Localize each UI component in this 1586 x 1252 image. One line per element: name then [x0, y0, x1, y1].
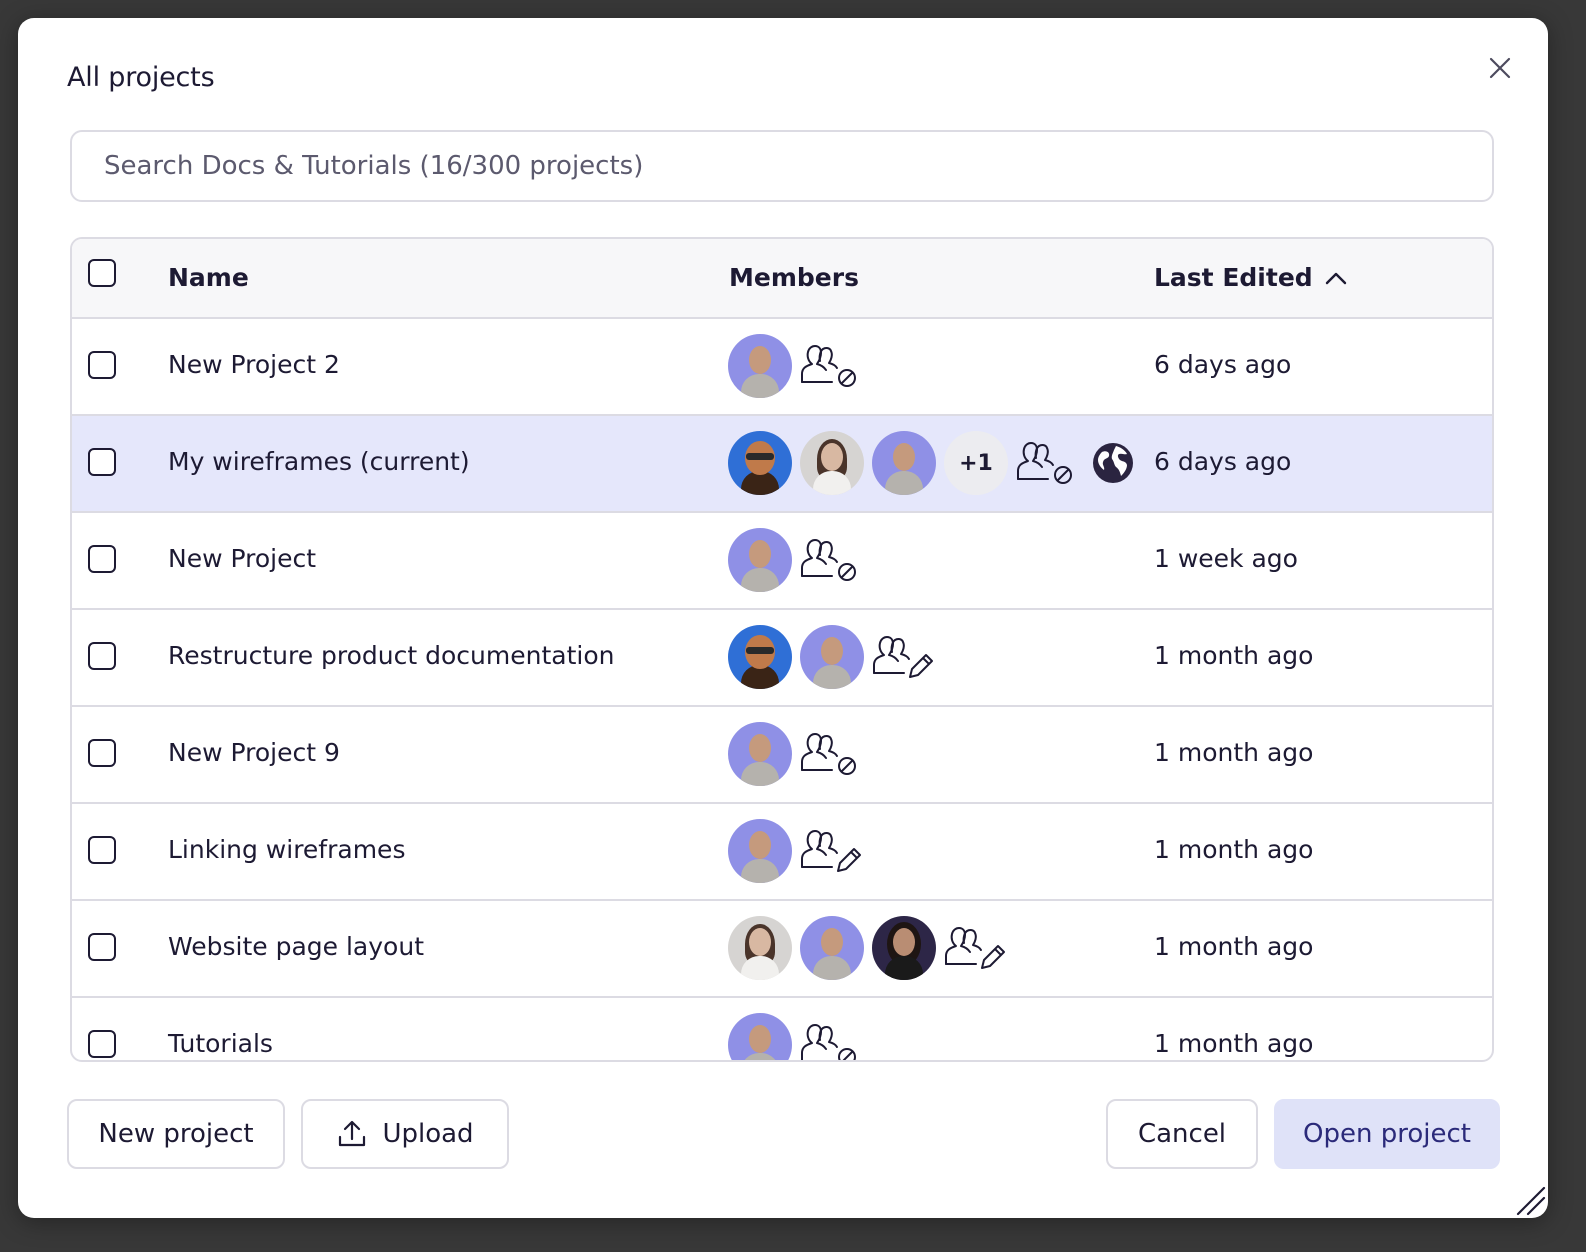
member-avatar: [728, 819, 792, 883]
chevron-up-icon: [1325, 272, 1346, 284]
project-name: New Project 2: [168, 350, 340, 379]
project-name: My wireframes (current): [168, 447, 470, 476]
search-input[interactable]: [70, 130, 1494, 202]
last-edited-value: 1 month ago: [1154, 932, 1314, 961]
last-edited-value: 1 month ago: [1154, 835, 1314, 864]
project-name: Website page layout: [168, 932, 424, 961]
group-can-edit-icon: [873, 636, 933, 678]
table-header: Name Members Last Edited: [72, 239, 1492, 319]
upload-button-label: Upload: [382, 1119, 474, 1149]
project-name: Tutorials: [168, 1029, 273, 1058]
dialog-title: All projects: [67, 62, 215, 93]
members-cell: [728, 819, 862, 883]
members-cell: [728, 916, 1006, 980]
column-header-last-edited-label: Last Edited: [1154, 263, 1313, 292]
group-no-access-icon: [801, 1024, 856, 1060]
group-can-edit-icon: [801, 830, 861, 872]
last-edited-value: 1 month ago: [1154, 1029, 1314, 1058]
group-no-access-icon: [801, 345, 856, 387]
row-checkbox[interactable]: [88, 545, 116, 573]
member-avatar: [872, 431, 936, 495]
open-project-button-label: Open project: [1303, 1119, 1471, 1149]
members-cell: [728, 722, 862, 786]
upload-icon: [339, 1120, 366, 1147]
members-cell: +1: [728, 431, 1134, 495]
projects-table: Name Members Last Edited New Project 2 6 …: [70, 237, 1494, 1062]
project-name: Restructure product documentation: [168, 641, 615, 670]
member-avatar: [728, 916, 792, 980]
member-avatar: [800, 625, 864, 689]
project-name: New Project 9: [168, 738, 340, 767]
all-projects-dialog: All projects Name Members Last Edited Ne…: [18, 18, 1548, 1218]
close-button[interactable]: [1480, 48, 1520, 88]
members-cell: [728, 1013, 862, 1060]
upload-button[interactable]: Upload: [301, 1099, 509, 1169]
member-avatar: [728, 722, 792, 786]
member-avatar: [800, 916, 864, 980]
new-project-button[interactable]: New project: [67, 1099, 285, 1169]
members-cell: [728, 625, 934, 689]
close-icon: [1489, 57, 1511, 79]
resize-grip-icon[interactable]: [1514, 1184, 1546, 1216]
member-avatar: [872, 916, 936, 980]
row-checkbox[interactable]: [88, 351, 116, 379]
members-cell: [728, 334, 862, 398]
table-row[interactable]: New Project 9 1 month ago: [72, 707, 1492, 804]
column-header-members: Members: [729, 263, 859, 292]
last-edited-value: 6 days ago: [1154, 447, 1292, 476]
cancel-button[interactable]: Cancel: [1106, 1099, 1258, 1169]
globe-public-icon: [1093, 443, 1133, 483]
table-row[interactable]: Website page layout 1 month ago: [72, 901, 1492, 998]
member-avatar: [728, 334, 792, 398]
group-no-access-icon: [801, 539, 856, 581]
column-header-last-edited[interactable]: Last Edited: [1154, 263, 1347, 292]
row-checkbox[interactable]: [88, 933, 116, 961]
member-avatar: [728, 431, 792, 495]
member-avatar: [728, 1013, 792, 1060]
table-row[interactable]: Restructure product documentation 1 month…: [72, 610, 1492, 707]
members-cell: [728, 528, 862, 592]
new-project-button-label: New project: [98, 1119, 254, 1149]
table-row[interactable]: New Project 1 week ago: [72, 513, 1492, 610]
row-checkbox[interactable]: [88, 739, 116, 767]
row-checkbox[interactable]: [88, 448, 116, 476]
column-header-name[interactable]: Name: [168, 263, 249, 292]
select-all-checkbox[interactable]: [88, 259, 116, 287]
group-can-edit-icon: [945, 927, 1005, 969]
more-members-badge: +1: [944, 431, 1008, 495]
row-checkbox[interactable]: [88, 836, 116, 864]
last-edited-value: 1 month ago: [1154, 738, 1314, 767]
member-avatar: [728, 528, 792, 592]
last-edited-value: 1 week ago: [1154, 544, 1298, 573]
last-edited-value: 6 days ago: [1154, 350, 1292, 379]
table-row[interactable]: Linking wireframes 1 month ago: [72, 804, 1492, 901]
cancel-button-label: Cancel: [1137, 1119, 1227, 1149]
member-avatar: [728, 625, 792, 689]
project-name: Linking wireframes: [168, 835, 406, 864]
group-no-access-icon: [1017, 442, 1072, 484]
open-project-button[interactable]: Open project: [1274, 1099, 1500, 1169]
row-checkbox[interactable]: [88, 1030, 116, 1058]
table-row[interactable]: New Project 2 6 days ago: [72, 319, 1492, 416]
table-row[interactable]: My wireframes (current) +1 6 days ago: [72, 416, 1492, 513]
group-no-access-icon: [801, 733, 856, 775]
row-checkbox[interactable]: [88, 642, 116, 670]
project-name: New Project: [168, 544, 317, 573]
table-row[interactable]: Tutorials 1 month ago: [72, 998, 1492, 1060]
member-avatar: [800, 431, 864, 495]
last-edited-value: 1 month ago: [1154, 641, 1314, 670]
